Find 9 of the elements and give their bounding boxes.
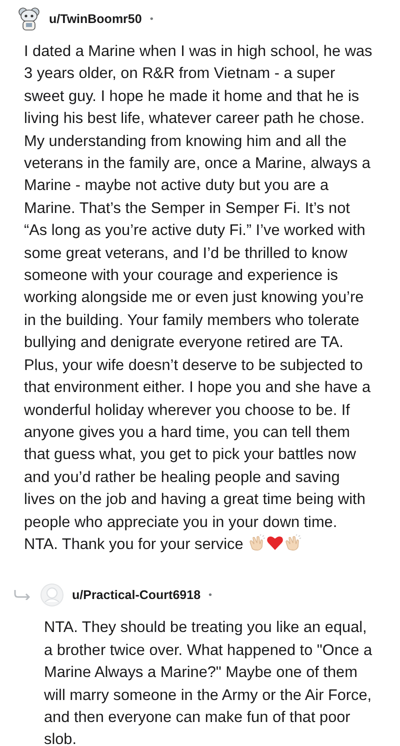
username[interactable]: u/Practical-Court6918: [72, 586, 201, 605]
reply-arrow-icon: [14, 590, 32, 600]
comment-body: NTA. They should be treating you like an equal, a brother twice over. What happened to "Once a Marine Always a Marine?" Maybe one of them will marry someone in the Army or the Air Force, and then everyone can make fun of that poor slob.: [43, 618, 374, 746]
avatar-icon: [40, 583, 64, 608]
avatar-icon: [17, 6, 41, 32]
separator-dot: •: [208, 588, 212, 603]
comment-body: I dated a Marine when I was in high school, he was 3 years older, on R&R from Vietnam - a super sweet guy. I hope he made it home and that he is living his best life, whatever career path he chose. My understanding from knowing him and all the veterans in the family are, once a Marine, always a Marine - maybe not active duty but you are a Marine. That’s the Semper in Semper Fi. It’s not “As long as you’re active duty Fi.” I’ve worked with some great veterans, and I’d be thrilled to know someone with your courage and experience is working alongside me or even just knowing you’re in the building. Your family members who tolerate bullying and denigrate everyone retired are TA. Plus, your wife doesn’t deserve to be subjected to that environment either. I hope you and she have a wonderful holiday wherever you choose to be. If anyone gives you a hard time, you can tell them that guess what, you get to pick your battles now and you’d rather be healing people and saving lives on the job and having a great time being with people who appreciate you in your down time. NTA. Thank you for your service: [23, 42, 374, 555]
username[interactable]: u/TwinBoomr50: [49, 10, 142, 28]
separator-dot: •: [150, 12, 154, 26]
